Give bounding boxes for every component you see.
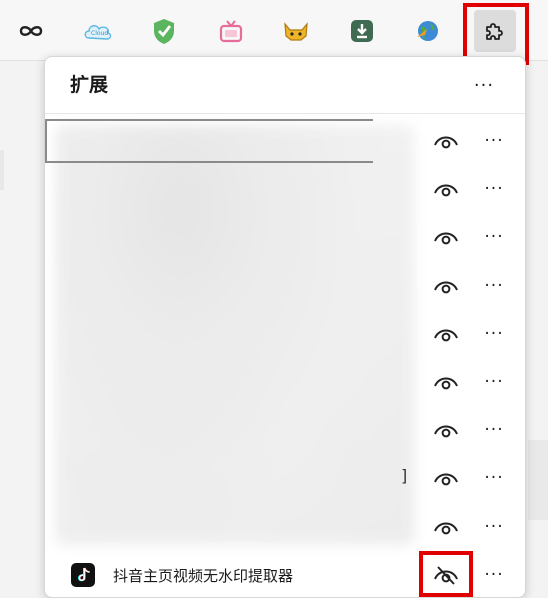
truncated-name-fragment: ] bbox=[401, 466, 408, 486]
extension-row[interactable]: ··· bbox=[45, 117, 525, 165]
extension-more-button[interactable]: ··· bbox=[479, 320, 509, 348]
download-extension-icon[interactable] bbox=[341, 10, 383, 52]
tv-extension-icon[interactable] bbox=[210, 10, 252, 52]
background-page-edge-right bbox=[528, 440, 548, 520]
extension-row[interactable]: ··· bbox=[45, 213, 525, 261]
extension-more-button[interactable]: ··· bbox=[479, 223, 509, 251]
panel-title: 扩展 bbox=[70, 74, 109, 96]
browser-toolbar: Cloud bbox=[0, 0, 548, 65]
eye-icon[interactable] bbox=[431, 225, 461, 249]
extension-more-button[interactable]: ··· bbox=[479, 561, 509, 589]
reading-glasses-icon[interactable] bbox=[10, 10, 52, 52]
panel-header: 扩展 ··· bbox=[45, 57, 525, 114]
extension-row[interactable]: ··· bbox=[45, 406, 525, 454]
extension-row[interactable]: ··· bbox=[45, 503, 525, 551]
extension-row[interactable]: ··· bbox=[45, 310, 525, 358]
tampermonkey-icon[interactable] bbox=[275, 10, 317, 52]
svg-text:Cloud: Cloud bbox=[91, 30, 108, 37]
extension-more-button[interactable]: ··· bbox=[479, 464, 509, 492]
extension-more-button[interactable]: ··· bbox=[479, 175, 509, 203]
extension-row[interactable]: ··· bbox=[45, 358, 525, 406]
extensions-panel: 扩展 ··· ··· ··· ··· ··· ··· ··· ···] ··· ··· 抖音主页视… bbox=[44, 56, 526, 598]
cloud-extension-icon[interactable]: Cloud bbox=[77, 10, 119, 52]
extension-more-button[interactable]: ··· bbox=[479, 368, 509, 396]
idm-globe-icon[interactable] bbox=[407, 10, 449, 52]
eye-icon[interactable] bbox=[431, 322, 461, 346]
extension-more-button[interactable]: ··· bbox=[479, 127, 509, 155]
extension-more-button[interactable]: ··· bbox=[479, 272, 509, 300]
background-page-edge bbox=[0, 150, 4, 190]
extension-name: 抖音主页视频无水印提取器 bbox=[113, 566, 294, 585]
extension-more-button[interactable]: ··· bbox=[479, 513, 509, 541]
extension-row[interactable]: ··· bbox=[45, 262, 525, 310]
tiktok-icon bbox=[71, 562, 95, 587]
eye-icon[interactable] bbox=[431, 466, 461, 490]
eye-icon[interactable] bbox=[431, 274, 461, 298]
extension-more-button[interactable]: ··· bbox=[479, 416, 509, 444]
eye-icon[interactable] bbox=[431, 418, 461, 442]
eye-icon[interactable] bbox=[431, 370, 461, 394]
extension-row[interactable]: ··· bbox=[45, 165, 525, 213]
eye-icon[interactable] bbox=[431, 129, 461, 153]
eye-icon[interactable] bbox=[431, 515, 461, 539]
hidden-toggle-highlight bbox=[419, 551, 473, 597]
panel-more-options-button[interactable]: ··· bbox=[466, 71, 502, 99]
extension-row[interactable]: ] ··· bbox=[45, 454, 525, 502]
eye-icon[interactable] bbox=[431, 177, 461, 201]
adguard-shield-icon[interactable] bbox=[143, 10, 185, 52]
